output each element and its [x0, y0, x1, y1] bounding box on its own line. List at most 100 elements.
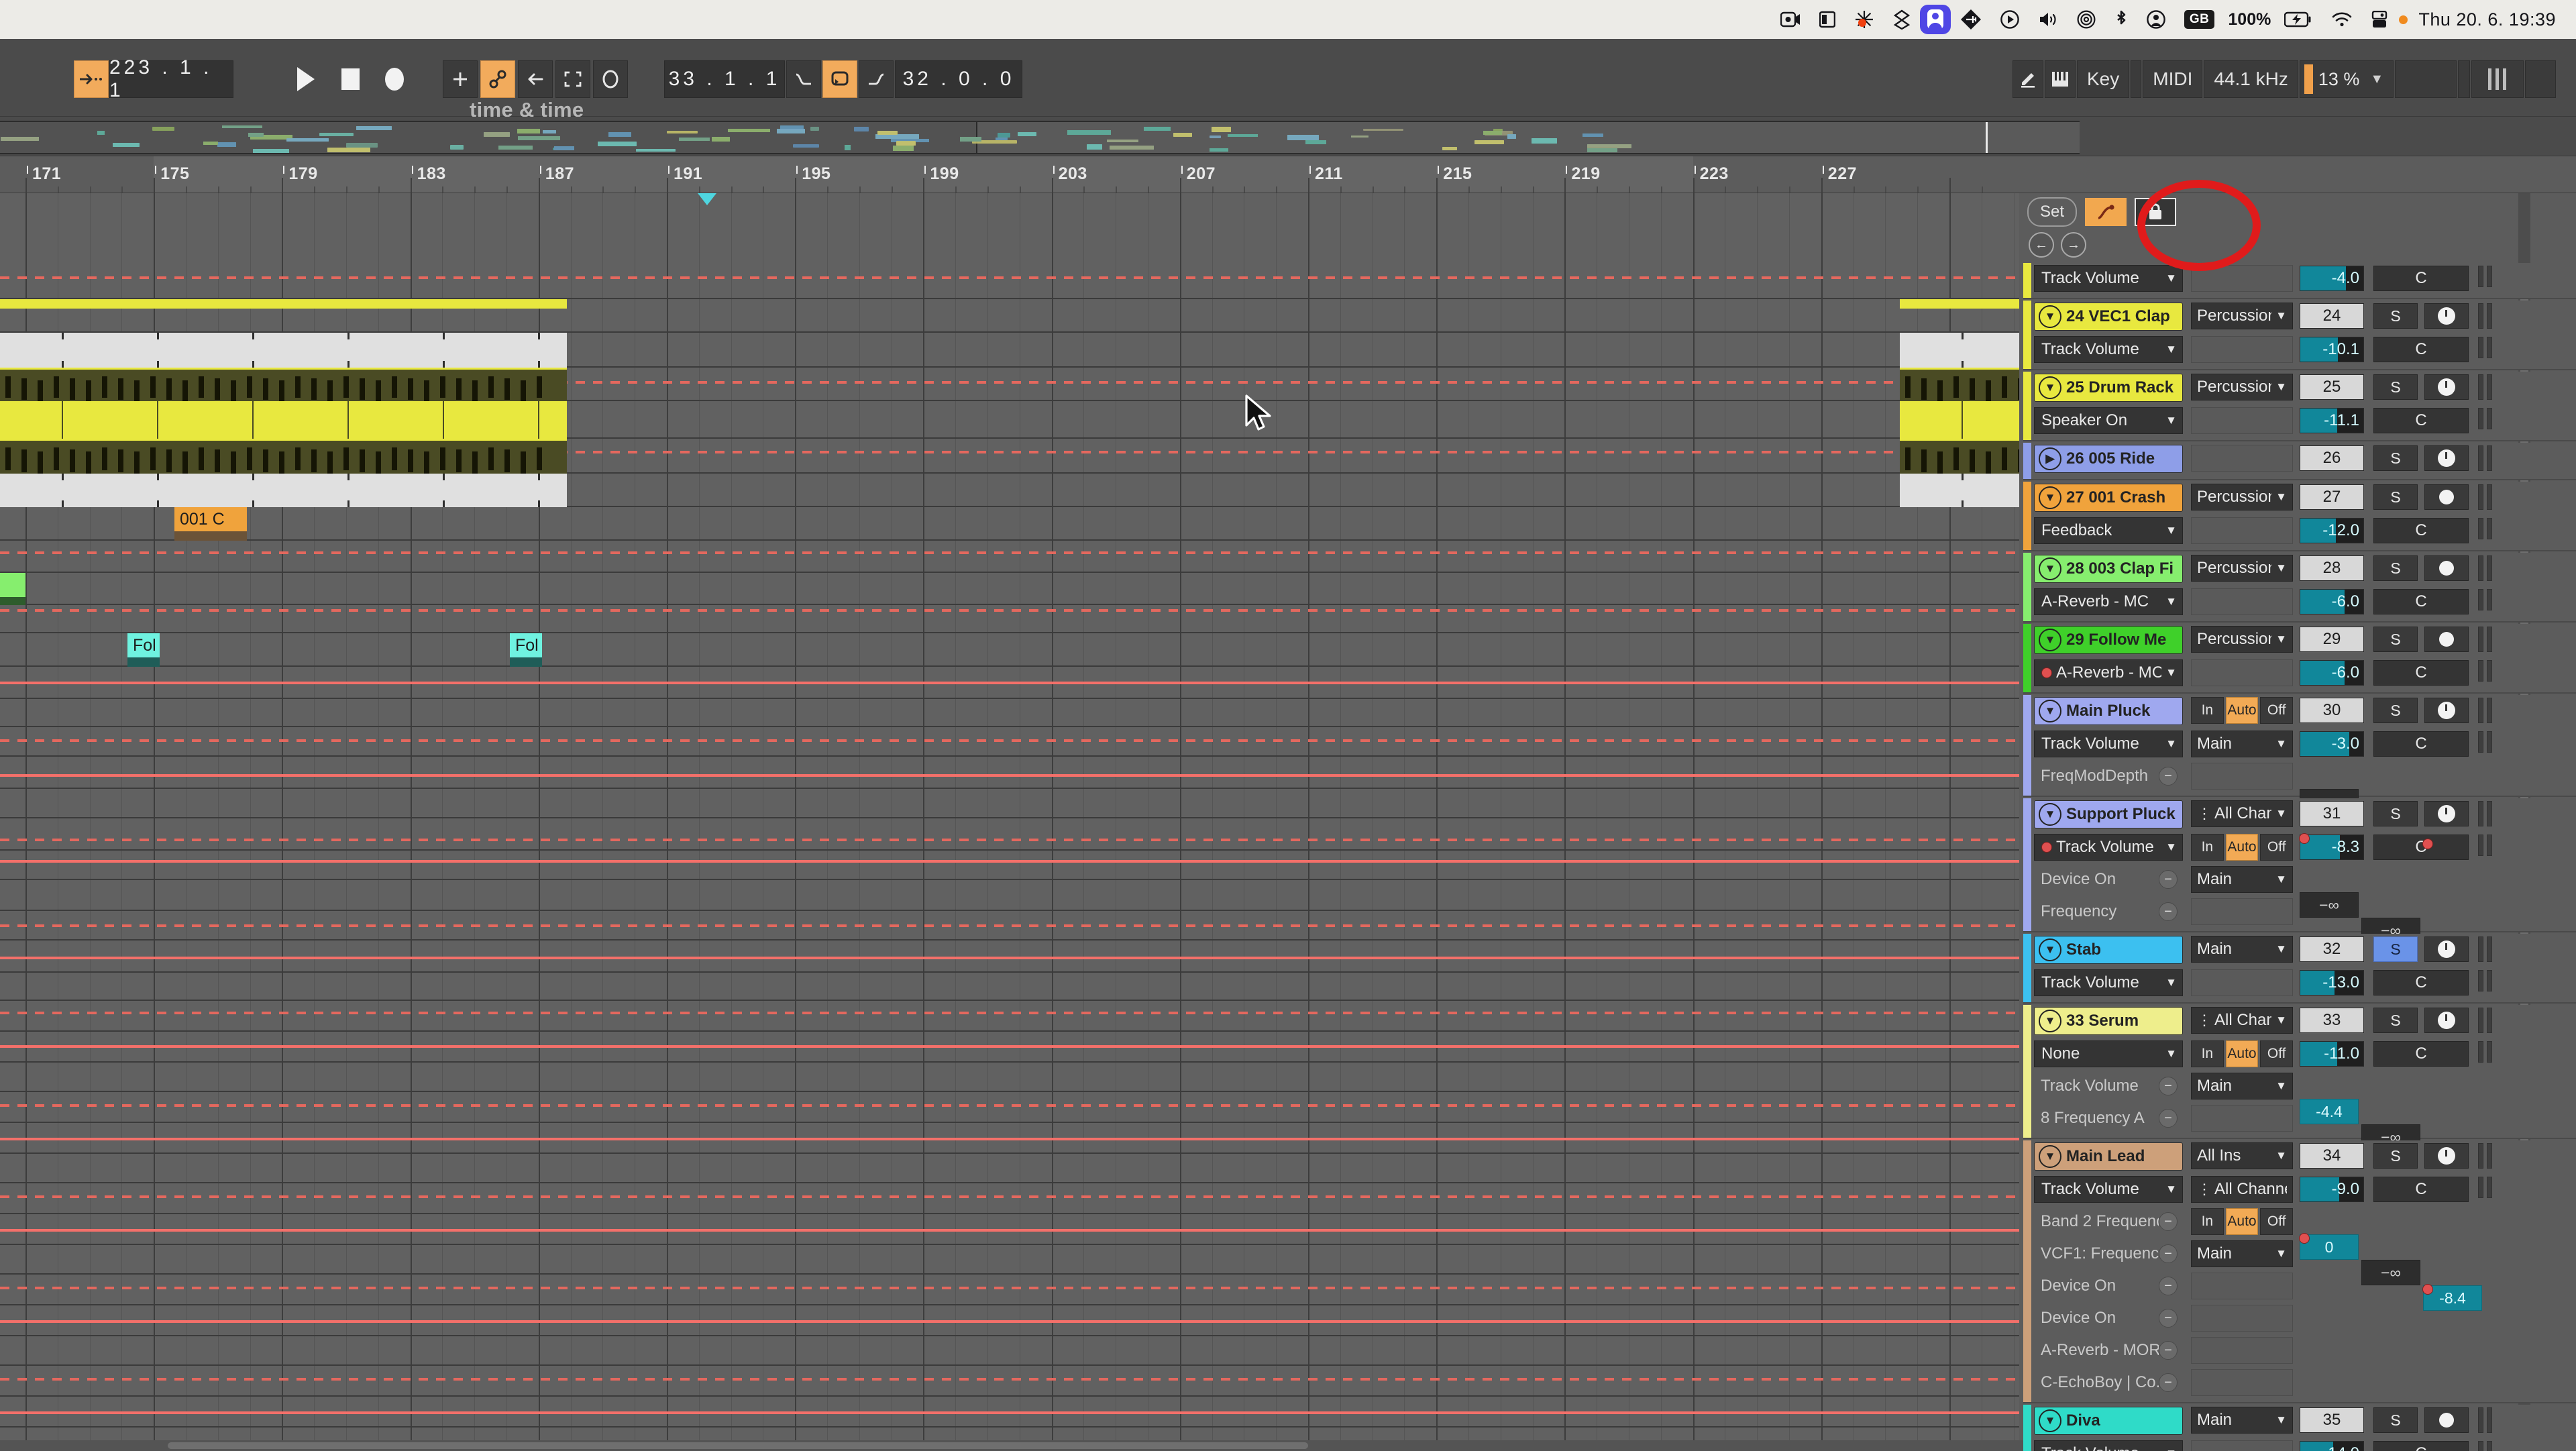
punch-out-icon[interactable]: [859, 60, 894, 98]
fold-down-icon[interactable]: ▼: [2039, 305, 2061, 328]
track-volume-display[interactable]: -9.0: [2300, 1177, 2364, 1202]
solo-button[interactable]: S: [2373, 374, 2418, 400]
hamburger-menu-icon[interactable]: [2525, 60, 2557, 98]
fold-down-icon[interactable]: ▼: [2039, 938, 2061, 961]
wifi-icon[interactable]: [2322, 0, 2362, 39]
track-io-selector[interactable]: [2191, 445, 2293, 472]
loop-icon[interactable]: [822, 60, 857, 98]
track-name-button[interactable]: ▼ Support Pluck: [2034, 800, 2183, 828]
parameter-io-selector[interactable]: [2191, 898, 2293, 925]
track-number[interactable]: 31: [2300, 801, 2364, 826]
fold-down-icon[interactable]: ▼: [2039, 700, 2061, 722]
chevron-down-icon[interactable]: ▼: [2165, 414, 2177, 427]
pan-display[interactable]: C: [2373, 589, 2469, 614]
automation-parameter-selector[interactable]: Track Volume ▼: [2034, 834, 2183, 861]
arrangement-clip[interactable]: [1900, 299, 2019, 309]
send-C-display[interactable]: -8.4: [2422, 1284, 2482, 1311]
track-color-strip[interactable]: [2023, 1140, 2031, 1402]
pan-display[interactable]: C: [2373, 970, 2469, 996]
track-name-button[interactable]: ▼ 28 003 Clap Fi: [2034, 555, 2183, 583]
chevron-down-icon[interactable]: ▼: [2275, 561, 2287, 575]
parameter-io-selector[interactable]: [2191, 517, 2293, 544]
automation-parameter-selector[interactable]: None ▼: [2034, 1040, 2183, 1067]
solo-button[interactable]: S: [2373, 303, 2418, 329]
track-name-button[interactable]: ▼ Main Pluck: [2034, 697, 2183, 725]
monitor-off-button[interactable]: Off: [2260, 834, 2294, 861]
track-volume-display[interactable]: -12.0: [2300, 518, 2364, 543]
arrangement-clip[interactable]: [1900, 474, 2019, 507]
screen-record-icon[interactable]: [1771, 0, 1810, 39]
automation-link-icon[interactable]: [480, 60, 515, 98]
arrangement-clip[interactable]: [0, 299, 567, 309]
chevron-down-icon[interactable]: ▼: [2275, 943, 2287, 956]
solo-button[interactable]: S: [2373, 1143, 2418, 1169]
arrangement-clip[interactable]: [1900, 401, 2019, 439]
track-number[interactable]: 32: [2300, 936, 2364, 962]
automation-breakpoint-line[interactable]: [0, 1012, 2019, 1014]
arrangement-track-lane[interactable]: [0, 789, 2019, 818]
chevron-down-icon[interactable]: ▼: [2275, 1413, 2287, 1427]
track-color-strip[interactable]: [2023, 482, 2031, 550]
parameter-io-selector[interactable]: ⋮ All Channe: [2191, 1176, 2293, 1203]
arrangement-clip[interactable]: Fol: [510, 633, 542, 667]
arrangement-track-lane[interactable]: [0, 1275, 2019, 1305]
device-parameter-row[interactable]: C-EchoBoy | Co.. −: [2034, 1369, 2183, 1396]
automation-breakpoint-line[interactable]: [0, 839, 2019, 841]
level-meter-icon[interactable]: [2471, 60, 2524, 98]
track-number[interactable]: 27: [2300, 484, 2364, 510]
automation-arm-icon[interactable]: [2085, 198, 2127, 226]
chevron-down-icon[interactable]: ▼: [2275, 380, 2287, 394]
pan-display[interactable]: C: [2373, 1441, 2469, 1451]
chevron-down-icon[interactable]: ▼: [2165, 1183, 2177, 1196]
arrangement-clip[interactable]: p Fi: [0, 573, 25, 605]
arrangement-canvas[interactable]: 001 C p Fi Fol Fol: [0, 193, 2019, 1451]
track-header-row[interactable]: ▼ 29 Follow Me Percussion ▼ 29 S A-Reverb - MC…: [2023, 624, 2576, 694]
track-number[interactable]: 30: [2300, 698, 2364, 723]
cpu-load-meter[interactable]: 13 % ▼: [2299, 60, 2394, 98]
pan-display[interactable]: C: [2373, 266, 2469, 291]
track-volume-display[interactable]: -6.0: [2300, 660, 2364, 686]
track-header-row[interactable]: ▼ Main Lead All Ins ▼ 34 S Track Volume ▼ ⋮ All C…: [2023, 1140, 2576, 1403]
control-center-icon[interactable]: [2362, 0, 2397, 39]
chevron-down-icon[interactable]: ▼: [2165, 737, 2177, 751]
chevron-down-icon[interactable]: ▼: [2275, 737, 2287, 751]
arrangement-clip[interactable]: [0, 368, 567, 401]
chevron-down-icon[interactable]: ▼: [2275, 1149, 2287, 1163]
track-color-strip[interactable]: [2023, 1405, 2031, 1451]
chevron-down-icon[interactable]: ▼: [2165, 666, 2177, 680]
chevron-down-icon[interactable]: ▼: [2275, 309, 2287, 323]
fold-down-icon[interactable]: ▼: [2039, 1145, 2061, 1168]
device-parameter-row[interactable]: Frequency −: [2034, 898, 2183, 925]
automation-parameter-selector[interactable]: A-Reverb - MC ▼: [2034, 588, 2183, 615]
track-name-button[interactable]: ▼ 27 001 Crash: [2034, 484, 2183, 512]
parameter-io-selector[interactable]: [2191, 1337, 2293, 1364]
device-parameter-row[interactable]: FreqModDepth −: [2034, 763, 2183, 790]
pan-display[interactable]: C: [2373, 731, 2469, 757]
automation-parameter-selector[interactable]: Track Volume ▼: [2034, 1440, 2183, 1451]
horizontal-scrollbar[interactable]: [0, 1440, 2023, 1451]
chevron-down-icon[interactable]: ▼: [2165, 1047, 2177, 1061]
chevron-down-icon[interactable]: ▼: [2165, 595, 2177, 608]
battery-charging-icon[interactable]: [2275, 0, 2322, 39]
record-arm-button[interactable]: [2424, 1008, 2469, 1033]
stop-icon[interactable]: [333, 60, 368, 98]
pan-display[interactable]: C: [2373, 337, 2469, 362]
computer-midi-keyboard-icon[interactable]: [2045, 60, 2076, 98]
record-arm-button[interactable]: [2424, 445, 2469, 471]
track-volume-display[interactable]: -10.1: [2300, 337, 2364, 362]
track-header-row[interactable]: ▼ Main Pluck In Auto Off 30 S Track Volume ▼ Main…: [2023, 695, 2576, 865]
automation-breakpoint-line[interactable]: [0, 609, 2019, 612]
arrangement-track-lane[interactable]: [0, 633, 2019, 667]
arrangement-track-lane[interactable]: [0, 757, 2019, 789]
track-color-strip[interactable]: [2023, 443, 2031, 479]
automation-parameter-selector[interactable]: Feedback ▼: [2034, 517, 2183, 544]
pan-display[interactable]: C: [2373, 1041, 2469, 1067]
track-io-selector[interactable]: Main ▼: [2191, 936, 2293, 963]
pan-display[interactable]: C: [2373, 835, 2469, 860]
track-volume-display[interactable]: -8.3: [2299, 833, 2364, 860]
chevron-down-icon[interactable]: ▼: [2165, 1447, 2177, 1451]
parameter-io-selector[interactable]: Main ▼: [2191, 1240, 2293, 1267]
fold-down-icon[interactable]: ▼: [2039, 1409, 2061, 1432]
track-number[interactable]: 34: [2300, 1143, 2364, 1169]
parameter-io-selector[interactable]: [2191, 1440, 2293, 1451]
